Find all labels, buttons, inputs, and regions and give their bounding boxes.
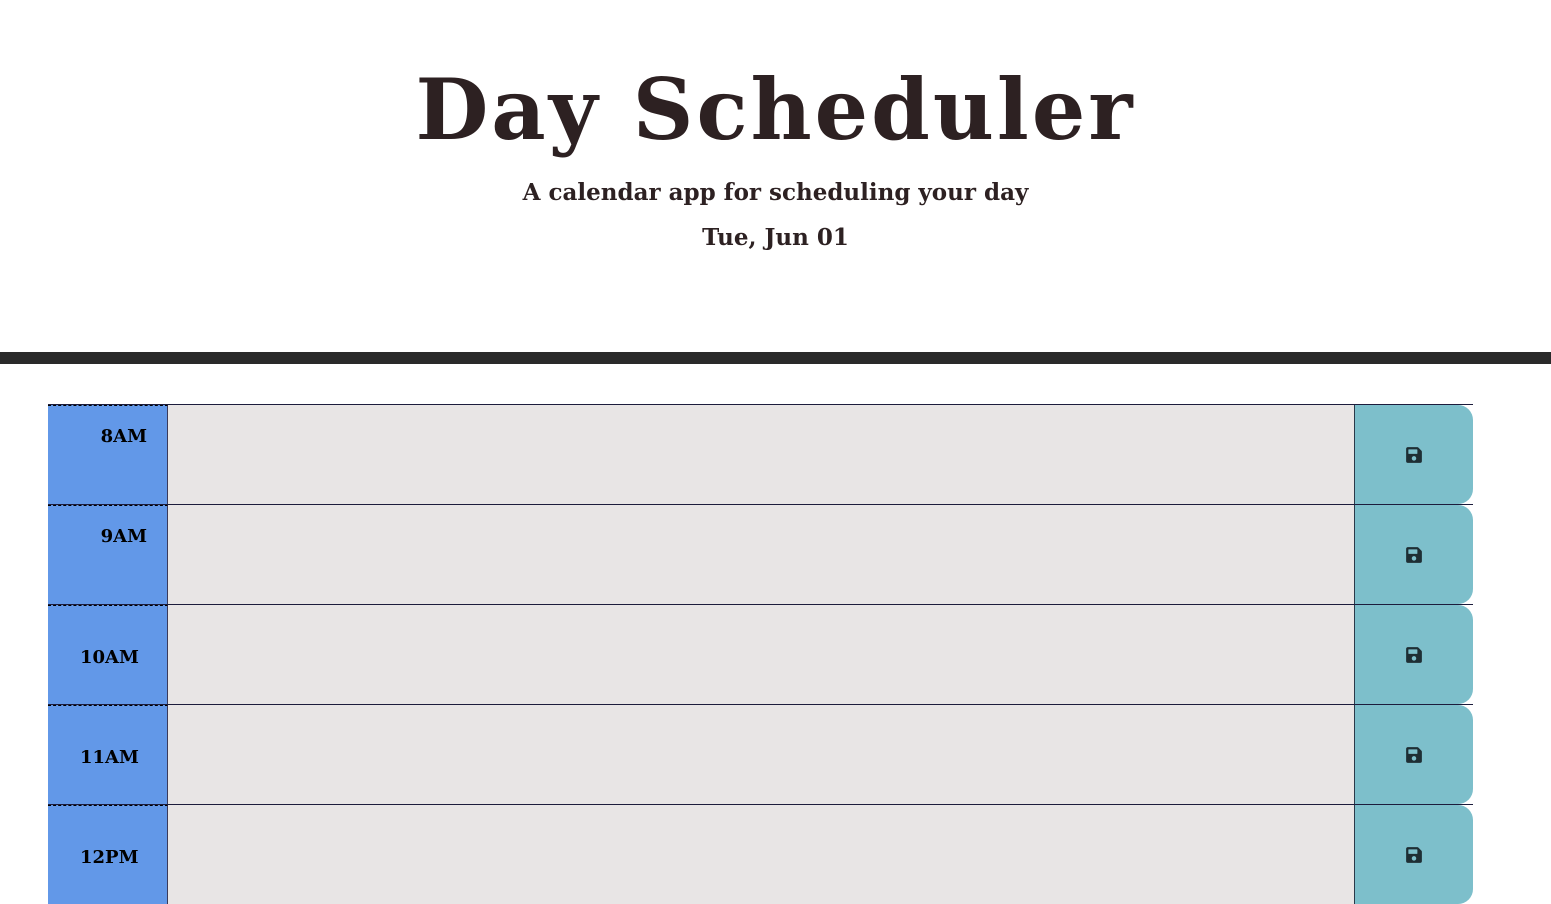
floppy-disk-icon <box>1406 846 1422 863</box>
floppy-disk-icon <box>1406 446 1422 463</box>
description-input[interactable] <box>168 605 1354 704</box>
hour-label-text: 9AM <box>100 526 147 547</box>
hour-label: 10AM <box>48 605 168 704</box>
page-title: Day Scheduler <box>415 60 1136 159</box>
description-input[interactable] <box>168 505 1354 604</box>
description-input[interactable] <box>168 405 1354 504</box>
save-button[interactable] <box>1354 505 1473 604</box>
floppy-disk-icon <box>1406 646 1422 663</box>
lead-text: A calendar app for scheduling your day <box>522 179 1029 206</box>
description-input[interactable] <box>168 705 1354 804</box>
hour-label-text: 8AM <box>100 426 147 447</box>
header: Day Scheduler A calendar app for schedul… <box>0 0 1551 352</box>
time-block: 12PM <box>48 804 1473 904</box>
save-button[interactable] <box>1354 405 1473 504</box>
hour-label: 12PM <box>48 805 168 904</box>
floppy-disk-icon <box>1406 546 1422 563</box>
hour-label-text: 12PM <box>80 847 139 868</box>
time-block: 8AM <box>48 404 1473 504</box>
hour-label-text: 11AM <box>80 747 139 768</box>
hour-label: 8AM <box>48 405 168 504</box>
description-input[interactable] <box>168 805 1354 904</box>
current-day: Tue, Jun 01 <box>702 224 849 251</box>
time-block: 10AM <box>48 604 1473 704</box>
hour-label: 11AM <box>48 705 168 804</box>
save-button[interactable] <box>1354 705 1473 804</box>
save-button[interactable] <box>1354 605 1473 704</box>
hour-label-text: 10AM <box>80 647 139 668</box>
header-divider <box>0 352 1551 364</box>
time-block: 9AM <box>48 504 1473 604</box>
time-block: 11AM <box>48 704 1473 804</box>
time-block-list: 8AM 9AM 10AM 11AM 12PM <box>48 404 1473 904</box>
floppy-disk-icon <box>1406 746 1422 763</box>
hour-label: 9AM <box>48 505 168 604</box>
save-button[interactable] <box>1354 805 1473 904</box>
